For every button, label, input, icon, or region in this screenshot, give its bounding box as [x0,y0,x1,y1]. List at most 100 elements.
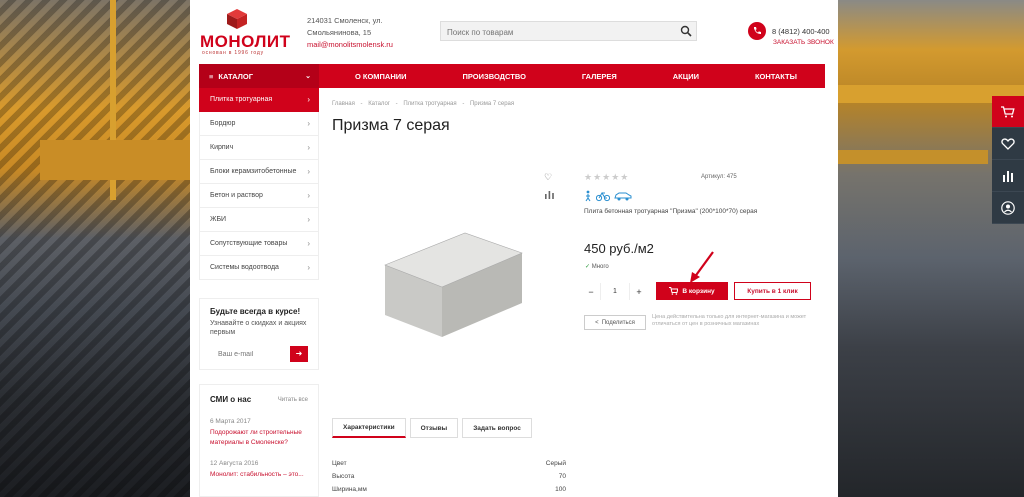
sidebar-item-paving-tiles[interactable]: Плитка тротуарная › [199,88,319,112]
nav-item-promotions[interactable]: АКЦИИ [673,72,699,81]
search-box [440,21,697,42]
callback-link[interactable]: Заказать звонок [773,39,834,46]
sidebar-item-label: Блоки керамзитобетонные [210,168,297,175]
press-date: 12 Августа 2016 [210,460,259,467]
press-link[interactable]: Подорожают ли строительные материалы в С… [210,428,308,448]
add-to-cart-button[interactable]: В корзину [656,282,728,300]
bicycle-icon [596,192,610,202]
chevron-right-icon: › [307,263,310,272]
crane-platform [40,140,190,180]
logo[interactable]: МОНОЛИТ основан в 1996 году [200,8,290,56]
breadcrumb-separator: - [360,101,363,107]
spec-name: Высота [332,473,355,480]
quantity-input[interactable]: 1 [600,283,630,300]
breadcrumb-category[interactable]: Плитка тротуарная [403,101,456,107]
tab-reviews[interactable]: Отзывы [409,418,459,438]
table-row: Ширина,мм 100 [332,486,566,497]
sidebar-item-brick[interactable]: Кирпич › [199,136,319,160]
nav-item-about[interactable]: О КОМПАНИИ [355,72,407,81]
quantity-decrease-button[interactable]: − [584,287,598,297]
breadcrumb-current: Призма 7 серая [469,101,515,107]
address-line-2: Смольянинова, 15 [307,28,372,37]
sidebar-item-blocks[interactable]: Блоки керамзитобетонные › [199,160,319,184]
add-to-cart-label: В корзину [682,287,715,295]
tab-ask-question[interactable]: Задать вопрос [462,418,532,438]
compare-icon[interactable] [545,190,554,199]
article-number: 475 [726,174,737,180]
logo-text: МОНОЛИТ [200,32,291,51]
breadcrumb-catalog[interactable]: Каталог [368,101,390,107]
breadcrumb: Главная - Каталог - Плитка тротуарная - … [332,101,518,107]
share-icon: < [595,319,599,326]
chevron-right-icon: › [307,239,310,248]
sidebar-item-label: ЖБИ [210,216,227,223]
product-image[interactable] [377,225,527,340]
sidebar-item-related[interactable]: Сопутствующие товары › [199,232,319,256]
address-line-1: 214031 Смоленск, ул. [307,16,383,25]
buy-one-click-button[interactable]: Купить в 1 клик [734,282,811,300]
search-input[interactable] [441,23,671,42]
table-row: Цвет Серый [332,460,566,473]
nav-item-contacts[interactable]: КОНТАКТЫ [755,72,797,81]
page-title: Призма 7 серая [332,117,450,134]
sidebar-item-rc-products[interactable]: ЖБИ › [199,208,319,232]
product-price: 450 руб./м2 [584,241,654,256]
breadcrumb-separator: - [462,101,465,107]
sidebar-item-label: Бордюр [210,120,236,127]
background-right [838,0,1024,497]
floating-cart-button[interactable] [992,96,1024,128]
search-icon[interactable] [680,25,692,37]
nav-item-production[interactable]: ПРОИЗВОДСТВО [463,72,526,81]
sidebar-item-label: Плитка тротуарная [210,96,273,103]
chevron-down-icon: ⌄ [305,73,311,80]
stock-status: ✓ Много [585,263,609,270]
press-date: 6 Марта 2017 [210,418,251,425]
tab-characteristics[interactable]: Характеристики [332,418,406,438]
main-nav: ≡ КАТАЛОГ ⌄ О КОМПАНИИ ПРОИЗВОДСТВО ГАЛЕ… [199,64,825,88]
address: 214031 Смоленск, ул. Смольянинова, 15 ma… [307,15,417,51]
press-box: СМИ о нас Читать все 6 Марта 2017 Подоро… [199,384,319,497]
email-link[interactable]: mail@monolitsmolensk.ru [307,39,417,51]
subscribe-box: Будьте всегда в курсе! Узнавайте о скидк… [199,298,319,370]
read-all-link[interactable]: Читать все [278,397,308,403]
product-description: Плита бетонная тротуарная "Призма" (200*… [584,208,758,215]
rating-stars[interactable]: ★★★★★ [584,172,629,183]
check-icon: ✓ [585,264,591,270]
sidebar-item-drainage[interactable]: Системы водоотвода › [199,256,319,280]
sidebar-item-label: Сопутствующие товары [210,240,288,247]
sidebar-item-concrete[interactable]: Бетон и раствор › [199,184,319,208]
breadcrumb-home[interactable]: Главная [332,101,355,107]
heart-icon[interactable]: ♡ [544,172,552,183]
article: Артикул: 475 [701,174,737,180]
phone-number[interactable]: 8 (4812) 400-400 [772,27,830,36]
catalog-menu-button[interactable]: ≡ КАТАЛОГ ⌄ [199,64,319,88]
chevron-right-icon: › [307,119,310,128]
compare-icon [1003,170,1013,182]
share-button[interactable]: < Поделиться [584,315,646,330]
car-icon [614,192,632,201]
press-link[interactable]: Монолит: стабильность – это... [210,470,308,480]
floating-wishlist-button[interactable] [992,128,1024,160]
spec-value: 70 [558,473,566,480]
pointer-arrow-icon [690,251,714,283]
heart-icon [1001,137,1015,150]
subscribe-title: Будьте всегда в курсе! [210,307,301,316]
stock-label: Много [591,264,609,270]
sidebar-item-label: Бетон и раствор [210,192,263,199]
email-field[interactable] [210,345,286,363]
logo-cube-icon [227,9,247,29]
subscribe-button[interactable]: ➜ [290,346,308,362]
quantity-increase-button[interactable]: + [632,287,646,297]
nav-item-gallery[interactable]: ГАЛЕРЕЯ [582,72,617,81]
phone-icon[interactable] [748,22,766,40]
chevron-right-icon: › [307,167,310,176]
user-icon [1001,200,1015,215]
sidebar-item-label: Кирпич [210,144,234,151]
chevron-right-icon: › [307,95,310,104]
floating-compare-button[interactable] [992,160,1024,192]
floating-account-button[interactable] [992,192,1024,224]
chevron-right-icon: › [307,215,310,224]
sidebar-item-curb[interactable]: Бордюр › [199,112,319,136]
spec-value: 100 [555,486,566,493]
cart-icon [1001,105,1015,117]
